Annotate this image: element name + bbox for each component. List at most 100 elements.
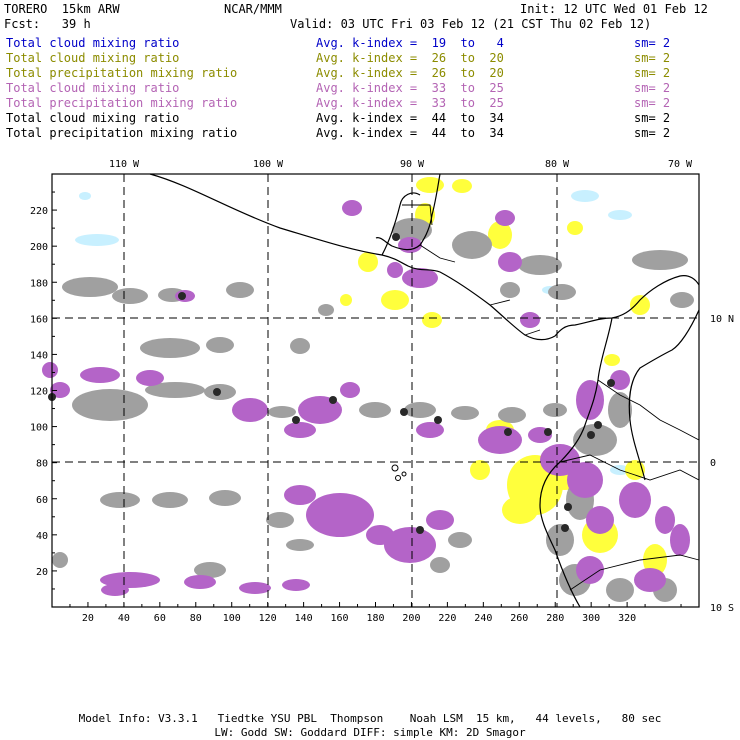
cloud-area-gray	[573, 424, 617, 456]
convective-core	[213, 388, 221, 396]
x-tick-label: 80	[190, 613, 202, 624]
cloud-area-gray	[452, 231, 492, 259]
cloud-area-gray	[318, 304, 334, 316]
cloud-area-gray	[209, 490, 241, 506]
longitude-label: 90 W	[400, 159, 425, 170]
precip-area-yellow	[604, 354, 620, 366]
precip-area-purple	[655, 506, 675, 534]
y-tick-label: 220	[30, 206, 48, 217]
precip-area-purple	[416, 422, 444, 438]
y-tick-label: 60	[36, 495, 48, 506]
longitude-label: 100 W	[253, 159, 284, 170]
precip-area-purple	[239, 582, 271, 594]
precip-area-purple	[184, 575, 216, 589]
cloud-area-gray	[52, 552, 68, 568]
convective-core	[416, 526, 424, 534]
y-tick-label: 120	[30, 387, 48, 398]
convective-core	[564, 503, 572, 511]
weather-map: 20 40 60 80 100 120 140 160 180 200 220 240 260 280 30…	[30, 159, 734, 624]
cloud-area-gray	[608, 392, 632, 428]
precip-area-yellow	[416, 177, 444, 193]
convective-core	[329, 396, 337, 404]
y-tick-label: 160	[30, 314, 48, 325]
cloud-area-gray	[268, 406, 296, 418]
x-tick-label: 200	[402, 613, 420, 624]
y-tick-label: 40	[36, 531, 48, 542]
cloud-area-gray	[518, 255, 562, 275]
cloud-area-gray	[451, 406, 479, 420]
cloud-area-gray	[448, 532, 472, 548]
cloud-area-gray	[140, 338, 200, 358]
x-tick-label: 180	[366, 613, 384, 624]
convective-core	[292, 416, 300, 424]
precip-area-purple	[101, 584, 129, 596]
precip-area-purple	[282, 579, 310, 591]
cloud-area-gray	[404, 402, 436, 418]
precip-area-purple	[495, 210, 515, 226]
precip-area-yellow	[422, 312, 442, 328]
y-tick-label: 20	[36, 567, 48, 578]
cloud-area-gray	[100, 492, 140, 508]
precip-area-purple	[567, 462, 603, 498]
convective-core	[392, 233, 400, 241]
precip-area-purple	[306, 493, 374, 537]
galapagos-island	[401, 471, 407, 477]
precip-area-yellow	[381, 290, 409, 310]
x-tick-label: 140	[295, 613, 313, 624]
precip-area-yellow	[340, 294, 352, 306]
convective-core	[504, 428, 512, 436]
precip-area-purple	[576, 380, 604, 420]
precip-area-purple	[619, 482, 651, 518]
cloud-area-gray	[498, 407, 526, 423]
precip-area-yellow	[358, 252, 378, 272]
cloud-area-gray	[430, 557, 450, 573]
x-tick-label: 160	[331, 613, 349, 624]
precip-area-yellow	[470, 460, 490, 480]
precip-area-purple	[670, 524, 690, 556]
cloud-patch-lightblue	[608, 210, 632, 220]
precip-area-purple	[342, 200, 362, 216]
latitude-label: 10 S	[710, 603, 734, 614]
cloud-patch-lightblue	[571, 190, 599, 202]
convective-core	[400, 408, 408, 416]
cloud-area-gray	[286, 539, 314, 551]
x-tick-label: 100	[223, 613, 241, 624]
cloud-patch-lightblue	[79, 192, 91, 200]
cloud-area-gray	[548, 284, 576, 300]
galapagos-island	[395, 475, 401, 481]
precip-area-purple	[387, 262, 403, 278]
latitude-label: 0	[710, 458, 716, 469]
cloud-area-gray	[206, 337, 234, 353]
cloud-area-gray	[543, 403, 567, 417]
longitude-label: 70 W	[668, 159, 693, 170]
precip-area-purple	[426, 510, 454, 530]
cloud-area-gray	[112, 288, 148, 304]
precip-area-purple	[232, 398, 268, 422]
precip-area-purple	[586, 506, 614, 534]
precip-area-purple	[398, 237, 422, 253]
precip-area-purple	[366, 525, 394, 545]
cloud-area-gray	[670, 292, 694, 308]
longitude-label: 80 W	[545, 159, 570, 170]
y-tick-label: 140	[30, 350, 48, 361]
latitude-label: 10 N	[710, 314, 734, 325]
cloud-area-gray	[500, 282, 520, 298]
cloud-area-gray	[62, 277, 118, 297]
convective-core	[434, 416, 442, 424]
x-tick-label: 60	[154, 613, 166, 624]
precip-area-purple	[478, 426, 522, 454]
x-tick-label: 120	[259, 613, 277, 624]
precip-area-purple	[136, 370, 164, 386]
convective-core	[544, 428, 552, 436]
model-info-line2: LW: Godd SW: Goddard DIFF: simple KM: 2D…	[214, 726, 526, 739]
galapagos-island	[391, 464, 399, 472]
y-tick-label: 200	[30, 242, 48, 253]
x-tick-label: 240	[474, 613, 492, 624]
precip-area-purple	[402, 268, 438, 288]
coastline	[628, 309, 700, 481]
convective-core	[178, 292, 186, 300]
precip-area-purple	[520, 312, 540, 328]
y-tick-label: 180	[30, 278, 48, 289]
precip-area-purple	[340, 382, 360, 398]
cloud-area-gray	[606, 578, 634, 602]
